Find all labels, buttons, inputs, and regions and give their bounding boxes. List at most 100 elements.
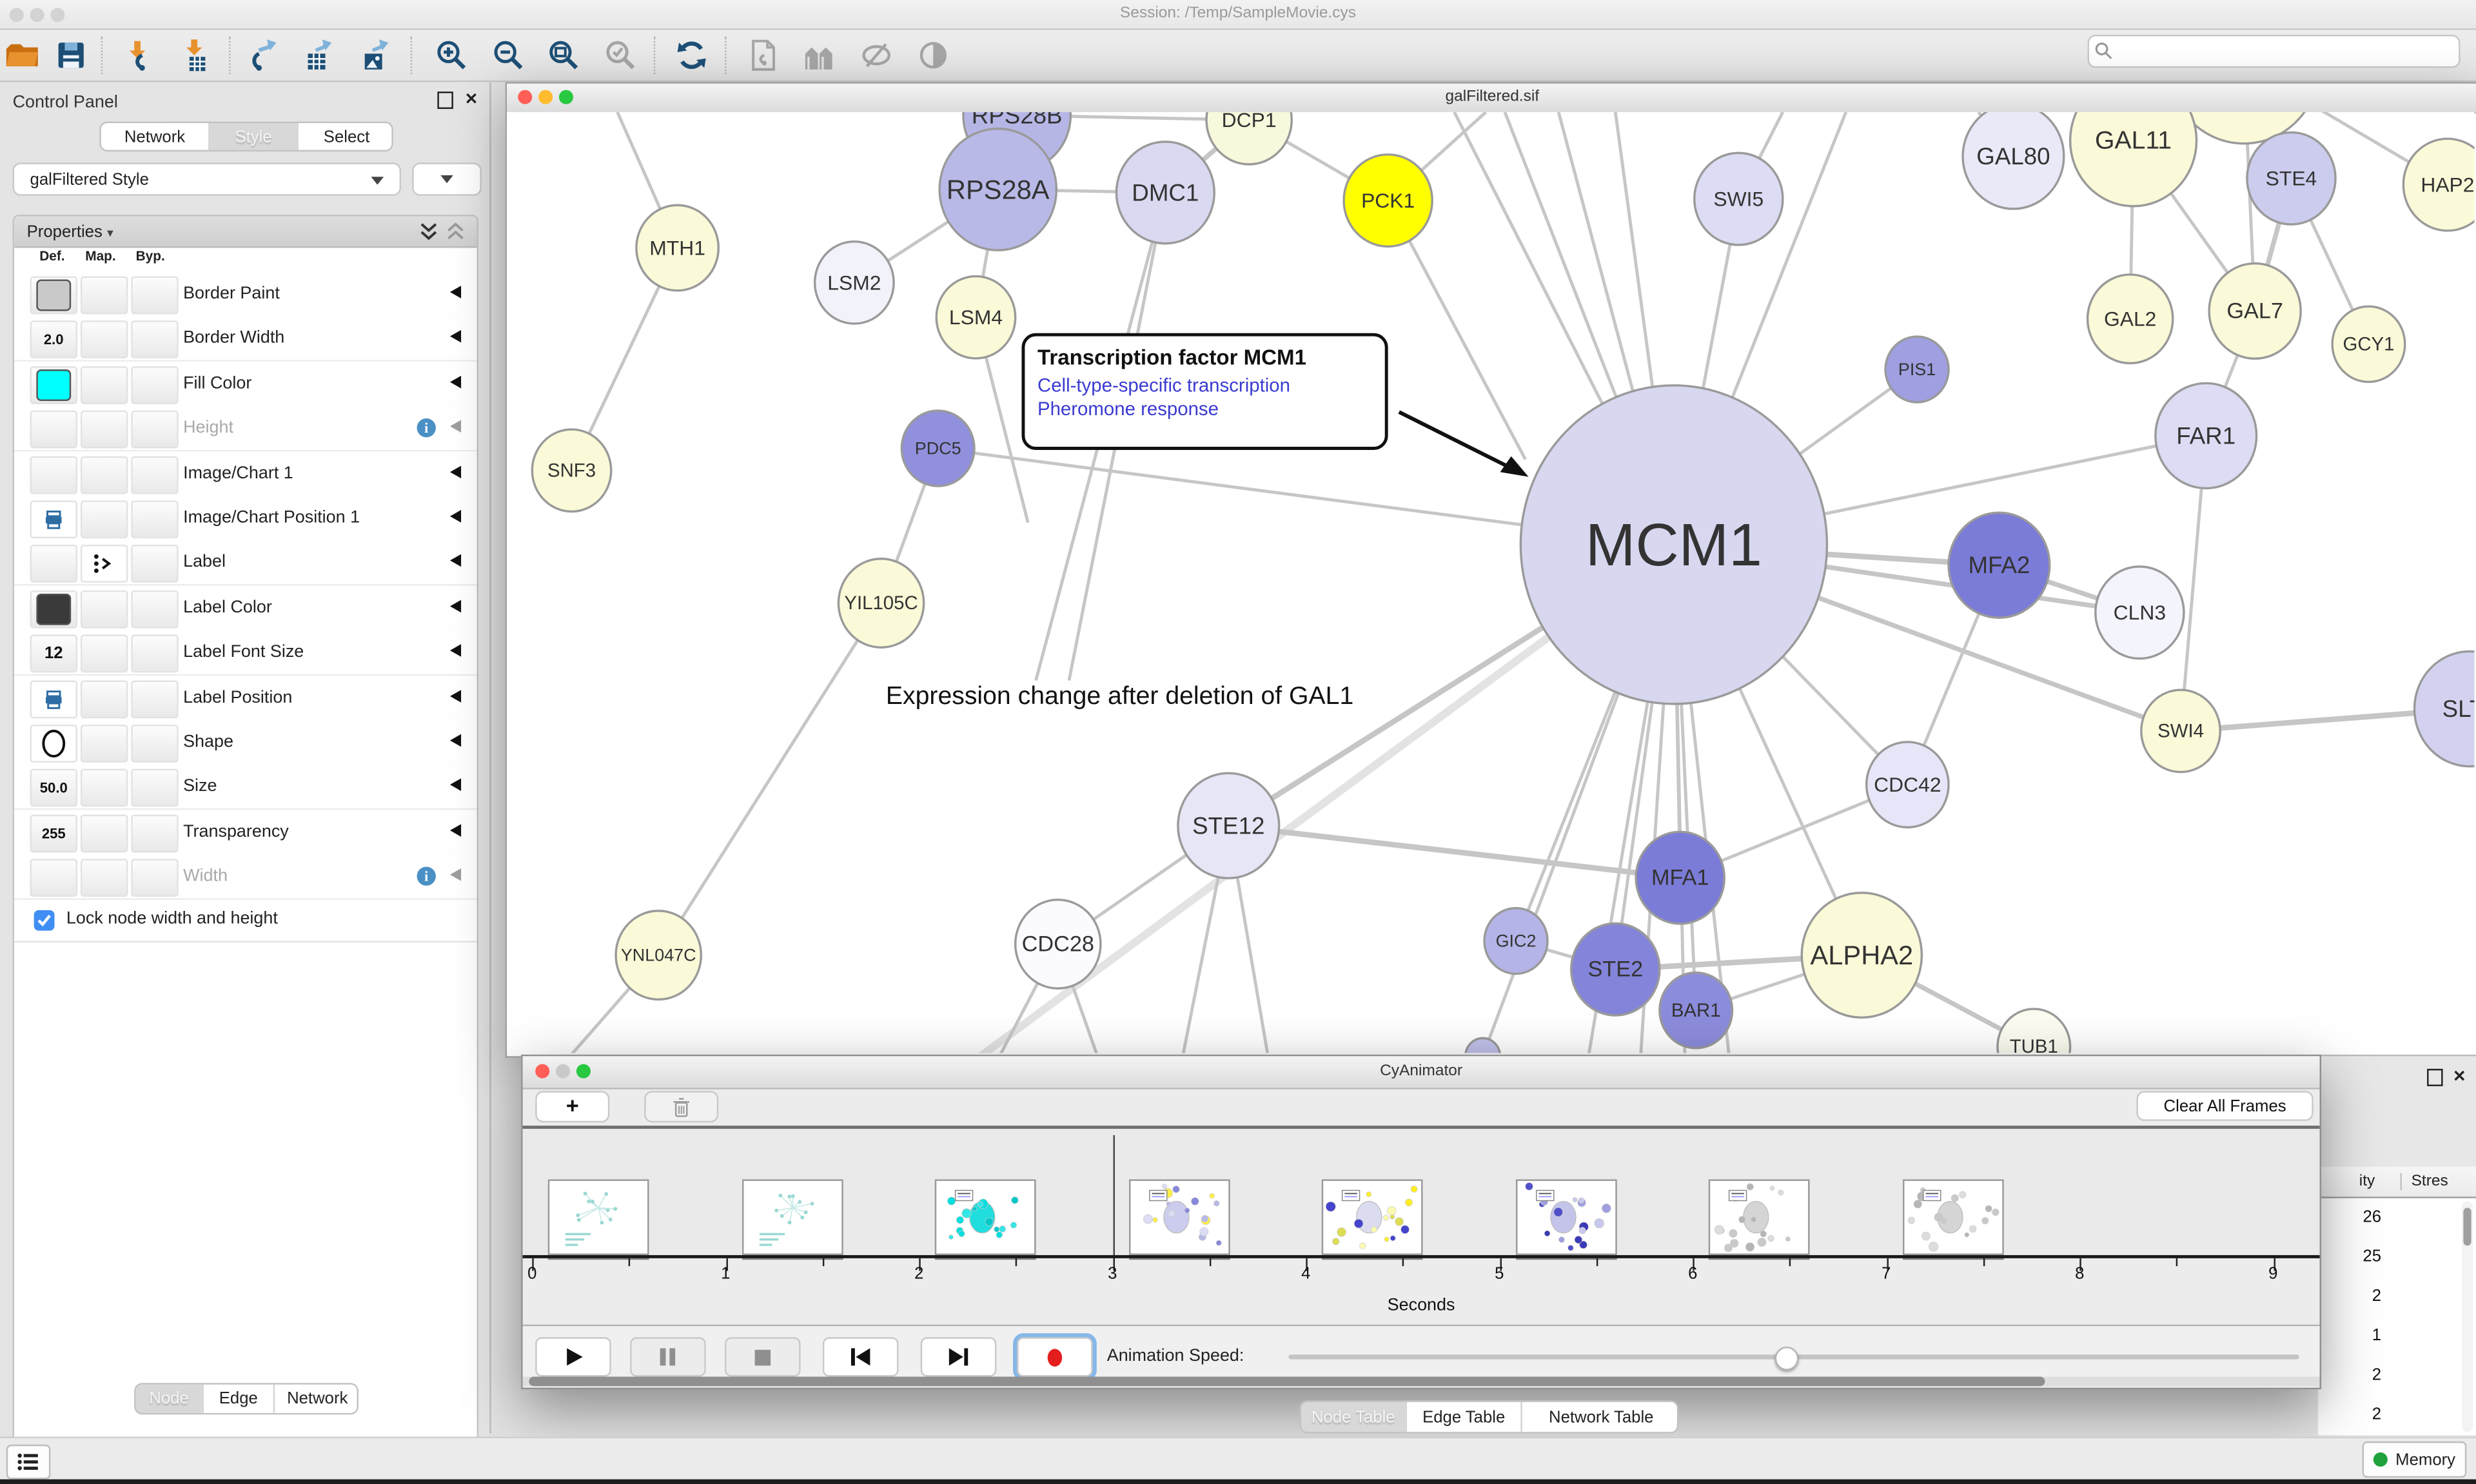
default-value-cell[interactable]: [30, 411, 77, 449]
animation-timeline[interactable]: [523, 1126, 2320, 1258]
network-node-ste4[interactable]: STE4: [2247, 132, 2335, 224]
play-button[interactable]: [535, 1337, 611, 1376]
default-value-cell[interactable]: 2.0: [30, 321, 77, 359]
mapping-cell[interactable]: [81, 590, 128, 628]
cyanimator-titlebar[interactable]: CyAnimator: [523, 1056, 2320, 1089]
annotation-link[interactable]: Cell-type-specific transcription: [1037, 374, 1372, 398]
default-value-cell[interactable]: [30, 366, 77, 404]
frame-thumbnail-3[interactable]: [1128, 1179, 1230, 1255]
frame-thumbnail-4[interactable]: [1322, 1179, 1423, 1255]
default-value-cell[interactable]: [30, 545, 77, 583]
mapping-cell[interactable]: [81, 725, 128, 763]
bypass-cell[interactable]: [131, 277, 178, 315]
bypass-cell[interactable]: [131, 859, 178, 897]
clear-all-frames-button[interactable]: Clear All Frames: [2136, 1091, 2313, 1121]
property-row-border-paint[interactable]: Border Paint: [14, 271, 477, 317]
network-node-pdc5[interactable]: PDC5: [901, 411, 974, 486]
tab-node[interactable]: Node: [136, 1385, 202, 1413]
add-frame-button[interactable]: +: [535, 1091, 609, 1122]
checkbox-checked-icon[interactable]: [33, 909, 55, 931]
property-row-width[interactable]: Widthi: [14, 854, 477, 900]
frame-thumbnail-2[interactable]: [935, 1179, 1036, 1255]
property-row-image-chart-position-1[interactable]: Image/Chart Position 1: [14, 496, 477, 542]
default-value-cell[interactable]: [30, 725, 77, 763]
default-value-cell[interactable]: [30, 859, 77, 897]
save-session-icon[interactable]: [52, 36, 90, 74]
network-node-gal7[interactable]: GAL7: [2209, 264, 2301, 359]
network-node-yil105c[interactable]: YIL105C: [838, 559, 923, 648]
legend-icon[interactable]: [801, 36, 839, 74]
expand-property-icon[interactable]: [450, 420, 461, 433]
bypass-cell[interactable]: [131, 680, 178, 718]
property-row-label[interactable]: Label: [14, 541, 477, 587]
expand-property-icon[interactable]: [450, 331, 461, 344]
float-panel-icon[interactable]: [2427, 1069, 2444, 1086]
property-row-label-position[interactable]: Label Position: [14, 675, 477, 721]
table-column-ity[interactable]: ity: [2359, 1173, 2375, 1191]
expand-property-icon[interactable]: [450, 779, 461, 792]
table-row[interactable]: 2: [2318, 1277, 2476, 1316]
table-row[interactable]: 2: [2318, 1396, 2476, 1435]
network-node-unlabeled[interactable]: [1466, 1038, 1500, 1053]
frame-thumbnail-5[interactable]: [1515, 1179, 1616, 1255]
close-panel-icon[interactable]: ✕: [463, 92, 480, 109]
table-row[interactable]: 1: [2318, 1316, 2476, 1356]
import-table-icon[interactable]: [177, 36, 215, 74]
network-node-swi4[interactable]: SWI4: [2141, 690, 2220, 772]
export-image-icon[interactable]: [355, 36, 393, 74]
network-node-mfa1[interactable]: MFA1: [1636, 832, 1724, 924]
open-session-icon[interactable]: [3, 36, 41, 74]
mapping-cell[interactable]: [81, 500, 128, 538]
network-node-cdc28[interactable]: CDC28: [1016, 900, 1101, 989]
bypass-cell[interactable]: [131, 321, 178, 359]
annotation-box[interactable]: Transcription factor MCM1 Cell-type-spec…: [1021, 333, 1388, 450]
network-node-ynl047c[interactable]: YNL047C: [616, 911, 701, 1000]
import-network-icon[interactable]: [120, 36, 158, 74]
expand-property-icon[interactable]: [450, 824, 461, 837]
tab-node-table[interactable]: Node Table: [1301, 1402, 1406, 1432]
network-node-pis1[interactable]: PIS1: [1885, 337, 1949, 402]
network-node-mfa2[interactable]: MFA2: [1949, 513, 2050, 618]
table-row[interactable]: 25: [2318, 1238, 2476, 1277]
default-value-cell[interactable]: [30, 500, 77, 538]
expand-property-icon[interactable]: [450, 555, 461, 568]
export-network-icon[interactable]: [243, 36, 281, 74]
zoom-in-icon[interactable]: [433, 36, 471, 74]
mapping-cell[interactable]: [81, 321, 128, 359]
network-node-far1[interactable]: FAR1: [2156, 383, 2257, 488]
network-node-pck1[interactable]: PCK1: [1344, 155, 1432, 247]
network-node-lsm2[interactable]: LSM2: [815, 242, 894, 324]
export-table-icon[interactable]: [299, 36, 337, 74]
network-node-mth1[interactable]: MTH1: [636, 205, 718, 290]
tab-network-table[interactable]: Network Table: [1520, 1402, 1676, 1432]
tab-network[interactable]: Network: [273, 1385, 357, 1413]
style-selector[interactable]: galFiltered Style: [13, 162, 401, 195]
show-details-icon[interactable]: [914, 36, 952, 74]
info-icon[interactable]: i: [417, 418, 436, 436]
network-node-ste2[interactable]: STE2: [1571, 923, 1660, 1015]
expand-property-icon[interactable]: [450, 510, 461, 523]
network-document-icon[interactable]: [743, 36, 781, 74]
delete-frame-button[interactable]: [644, 1091, 718, 1122]
property-row-label-font-size[interactable]: 12Label Font Size: [14, 630, 477, 676]
mapping-cell[interactable]: [81, 859, 128, 897]
task-history-button[interactable]: [6, 1445, 51, 1479]
default-value-cell[interactable]: 12: [30, 635, 77, 673]
frame-thumbnail-7[interactable]: [1902, 1179, 2003, 1255]
record-button[interactable]: [1017, 1337, 1093, 1376]
tab-style[interactable]: Style: [208, 123, 297, 150]
expand-all-icon[interactable]: [418, 222, 439, 241]
memory-button[interactable]: Memory: [2363, 1441, 2467, 1478]
bypass-cell[interactable]: [131, 456, 178, 494]
bypass-cell[interactable]: [131, 770, 178, 808]
network-node-alpha2[interactable]: ALPHA2: [1802, 893, 1921, 1018]
bypass-cell[interactable]: [131, 814, 178, 852]
search-input[interactable]: [2117, 38, 2452, 65]
network-node-slt2[interactable]: SLT2: [2414, 651, 2474, 766]
tab-network[interactable]: Network: [101, 123, 209, 150]
network-node-hap2[interactable]: HAP2: [2403, 139, 2474, 231]
bypass-cell[interactable]: [131, 635, 178, 673]
hide-details-icon[interactable]: [858, 36, 896, 74]
network-node-rps28a[interactable]: RPS28A: [939, 129, 1056, 250]
mapping-cell[interactable]: [81, 411, 128, 449]
